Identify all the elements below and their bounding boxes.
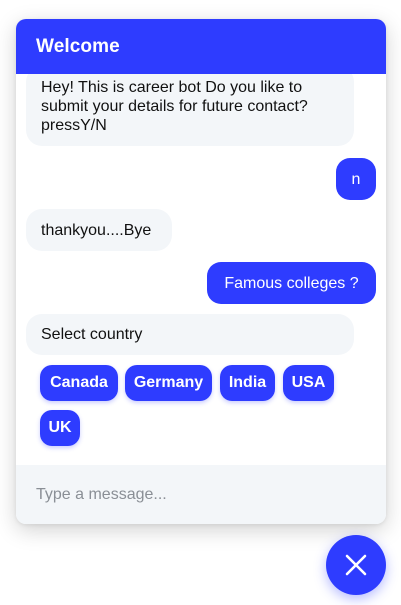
option-india-button[interactable]: India bbox=[220, 365, 275, 401]
close-chat-button[interactable] bbox=[326, 535, 386, 595]
option-usa-button[interactable]: USA bbox=[283, 365, 334, 401]
chat-widget: Welcome Hey! This is career bot Do you l… bbox=[16, 19, 386, 524]
message-composer bbox=[16, 465, 386, 524]
chat-title: Welcome bbox=[36, 35, 120, 57]
option-germany-button[interactable]: Germany bbox=[125, 365, 212, 401]
close-icon bbox=[345, 554, 367, 576]
message-input[interactable] bbox=[16, 465, 386, 524]
message-list[interactable]: Hey! This is career bot Do you like to s… bbox=[16, 74, 386, 465]
bot-message: Select country bbox=[26, 314, 354, 355]
option-uk-button[interactable]: UK bbox=[40, 410, 80, 446]
user-message: Famous colleges ? bbox=[207, 262, 376, 304]
chat-header: Welcome bbox=[16, 19, 386, 74]
option-canada-button[interactable]: Canada bbox=[40, 365, 118, 401]
bot-message: Hey! This is career bot Do you like to s… bbox=[26, 74, 354, 146]
bot-message: thankyou....Bye bbox=[26, 209, 172, 251]
user-message: n bbox=[336, 158, 376, 200]
